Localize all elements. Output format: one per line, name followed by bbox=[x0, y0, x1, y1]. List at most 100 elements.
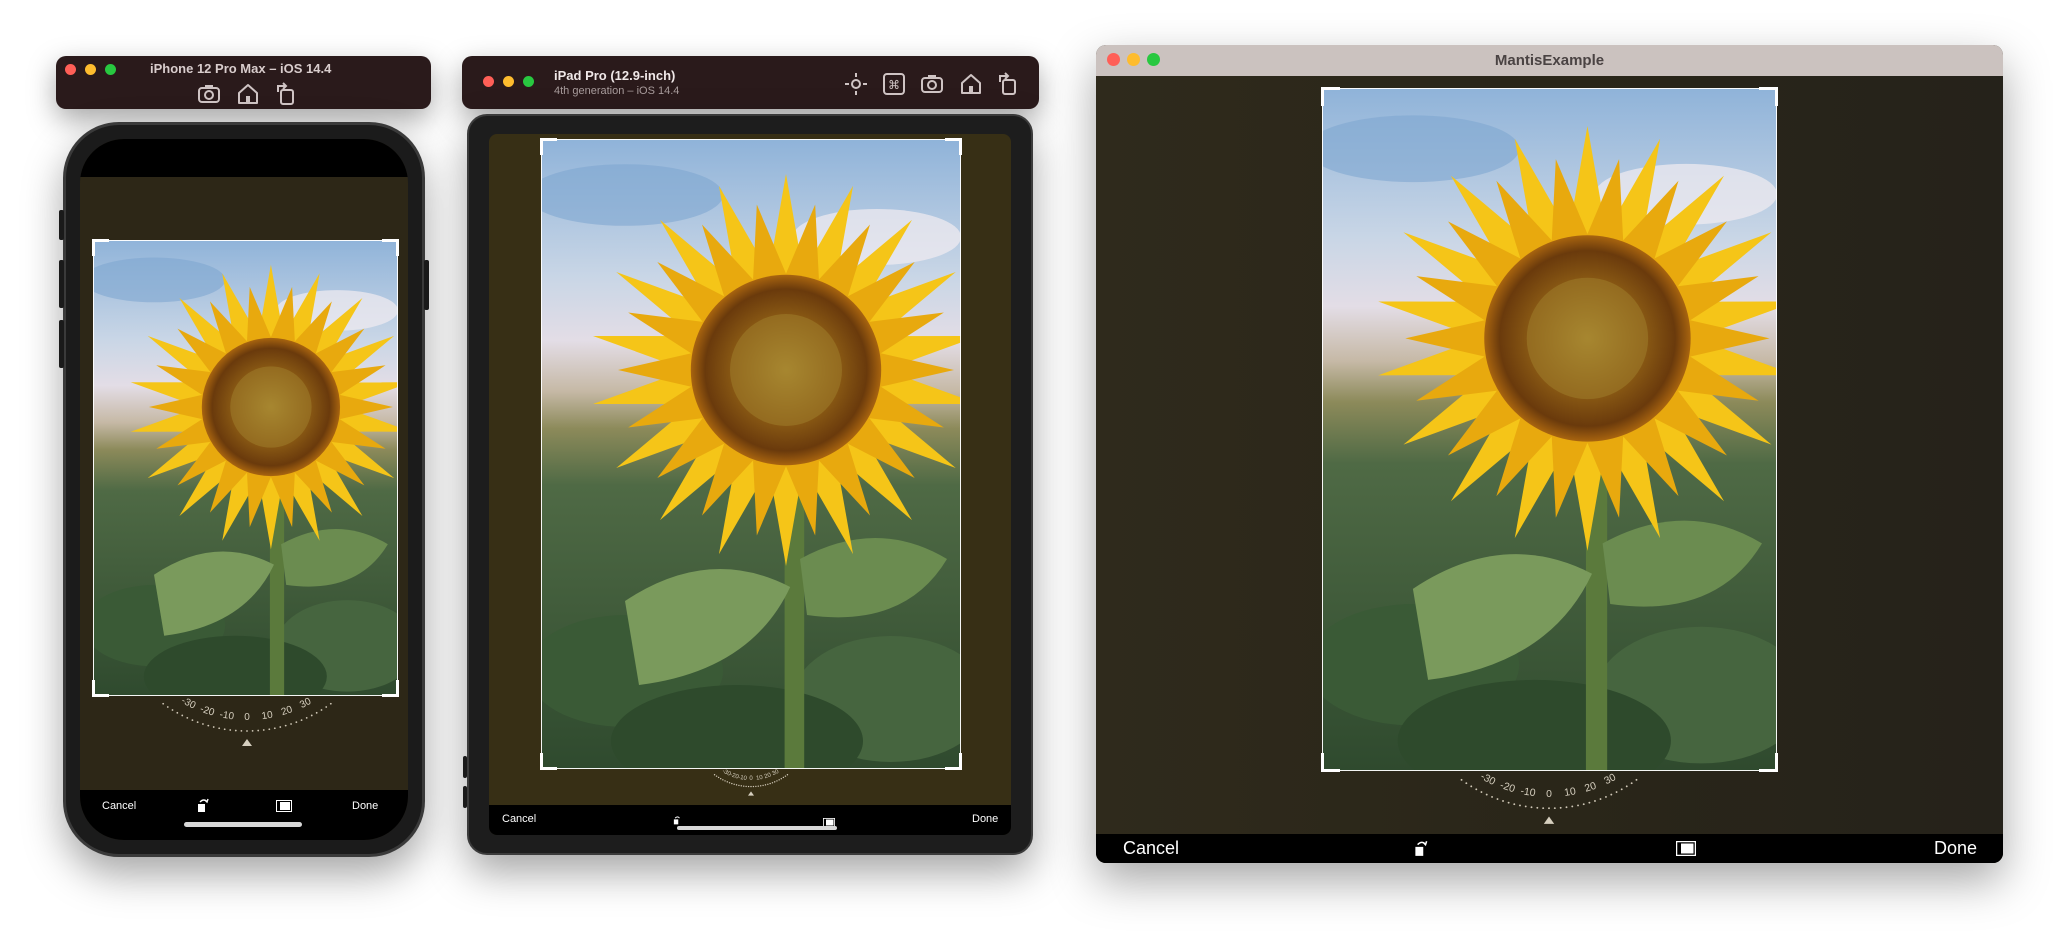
dial-tick bbox=[1553, 807, 1556, 810]
screenshot-icon[interactable] bbox=[195, 80, 220, 103]
dial-tick bbox=[223, 728, 226, 731]
minimize-button[interactable] bbox=[85, 64, 96, 75]
dial-tick bbox=[1559, 806, 1562, 809]
rotation-dial-svg: -30-20-10 0 10 20 30 bbox=[162, 695, 332, 746]
dial-tick bbox=[728, 782, 731, 784]
dial-label: -10 bbox=[1520, 786, 1537, 799]
dial-tick bbox=[268, 728, 271, 731]
cancel-button[interactable]: Cancel bbox=[102, 800, 136, 812]
dial-tick bbox=[240, 729, 243, 732]
dial-tick bbox=[196, 721, 199, 724]
dial-tick bbox=[720, 777, 722, 780]
dial-tick bbox=[162, 702, 165, 705]
crop-image[interactable] bbox=[1322, 88, 1777, 771]
iphone-side-button bbox=[59, 210, 64, 240]
done-button[interactable]: Done bbox=[352, 800, 378, 812]
done-button[interactable]: Done bbox=[1934, 838, 1977, 859]
dial-label: -20 bbox=[199, 704, 217, 719]
dial-tick bbox=[1588, 801, 1591, 804]
dial-tick bbox=[166, 706, 169, 708]
dial-tick bbox=[1496, 798, 1499, 800]
dial-tick bbox=[784, 775, 787, 777]
rotation-dial[interactable]: -30 -20 -10 0 10 20 30 bbox=[1429, 771, 1669, 828]
aspect-ratio-icon[interactable] bbox=[822, 814, 836, 828]
crop-image[interactable] bbox=[541, 139, 961, 769]
dial-label: 0 bbox=[244, 712, 250, 723]
dial-tick bbox=[257, 729, 260, 732]
dial-tick bbox=[1491, 795, 1493, 798]
crop-toolbar: Cancel Done bbox=[80, 790, 408, 840]
dial-tick bbox=[1625, 785, 1628, 788]
iphone-frame: -30 -20 -10 0 10 20 30 Cancel Done bbox=[59, 122, 429, 857]
screenshot-icon[interactable] bbox=[918, 70, 943, 93]
dial-tick bbox=[769, 782, 771, 785]
dial-label: -10 bbox=[738, 775, 748, 782]
dial-tick bbox=[774, 781, 776, 783]
dial-label: -20 bbox=[1498, 780, 1516, 795]
rotation-dial[interactable]: -30 -20 -10 0 10 20 30 bbox=[701, 768, 801, 798]
done-button[interactable]: Done bbox=[972, 813, 998, 825]
dial-tick bbox=[300, 719, 303, 722]
traffic-lights bbox=[65, 64, 125, 80]
dial-tick bbox=[1548, 807, 1550, 810]
dial-tick bbox=[246, 730, 248, 732]
aspect-ratio-icon[interactable] bbox=[276, 799, 292, 812]
dial-tick bbox=[1635, 778, 1638, 781]
traffic-lights bbox=[483, 76, 543, 92]
dial-label: -30 bbox=[1479, 771, 1498, 788]
close-button[interactable] bbox=[483, 76, 494, 87]
rotate-left-icon[interactable] bbox=[195, 797, 211, 813]
rotate-icon[interactable] bbox=[994, 70, 1016, 95]
dial-tick bbox=[1615, 791, 1618, 793]
dial-tick bbox=[279, 726, 282, 728]
home-icon[interactable] bbox=[234, 80, 258, 104]
dial-tick bbox=[1582, 803, 1585, 806]
rotate-left-icon[interactable] bbox=[1412, 838, 1430, 858]
ipad-frame: -30 -20 -10 0 10 20 30 Cancel Done bbox=[463, 114, 1033, 855]
dial-tick bbox=[1565, 806, 1568, 809]
cancel-button[interactable]: Cancel bbox=[1123, 838, 1179, 859]
dial-label: -30 bbox=[179, 695, 197, 712]
dial-tick bbox=[743, 785, 745, 787]
minimize-button[interactable] bbox=[503, 76, 514, 87]
dial-tick bbox=[295, 721, 298, 724]
zoom-button[interactable] bbox=[523, 76, 534, 87]
cancel-button[interactable]: Cancel bbox=[502, 813, 536, 825]
home-indicator[interactable] bbox=[677, 826, 837, 830]
dial-tick bbox=[202, 723, 204, 725]
dial-tick bbox=[731, 782, 733, 785]
dial-tick bbox=[191, 719, 194, 722]
rotation-dial[interactable]: -30 -20 -10 0 10 20 30 bbox=[132, 695, 362, 750]
dial-label: -10 bbox=[219, 709, 235, 722]
dial-tick bbox=[1605, 795, 1607, 798]
rotate-icon[interactable] bbox=[272, 80, 294, 105]
dial-tick bbox=[1577, 804, 1579, 807]
dial-tick bbox=[262, 729, 265, 731]
keyboard-icon[interactable]: ⌘ bbox=[880, 70, 905, 95]
dial-label: 30 bbox=[298, 696, 313, 711]
dial-tick bbox=[320, 709, 323, 711]
dial-tick bbox=[1530, 806, 1533, 809]
ipad-volume-down bbox=[463, 786, 467, 808]
dial-tick bbox=[1502, 800, 1504, 802]
brightness-icon[interactable] bbox=[842, 70, 867, 95]
home-icon[interactable] bbox=[957, 70, 981, 94]
dial-tick bbox=[212, 726, 215, 728]
dial-tick bbox=[752, 785, 755, 788]
dial-tick bbox=[310, 714, 313, 717]
close-button[interactable] bbox=[65, 64, 76, 75]
dial-pointer bbox=[242, 739, 252, 746]
dial-tick bbox=[767, 783, 769, 785]
dial-tick bbox=[778, 779, 780, 781]
zoom-button[interactable] bbox=[105, 64, 116, 75]
dial-tick bbox=[284, 724, 287, 727]
dial-tick bbox=[315, 711, 318, 714]
dial-tick bbox=[1507, 801, 1510, 804]
rotate-left-icon[interactable] bbox=[672, 813, 682, 825]
simulator-subtitle: 4th generation – iOS 14.4 bbox=[554, 85, 680, 97]
dial-label: 10 bbox=[756, 775, 764, 782]
home-indicator[interactable] bbox=[184, 822, 302, 827]
aspect-ratio-icon[interactable] bbox=[1676, 841, 1696, 856]
crop-image[interactable] bbox=[93, 240, 398, 696]
dial-tick bbox=[745, 785, 747, 788]
